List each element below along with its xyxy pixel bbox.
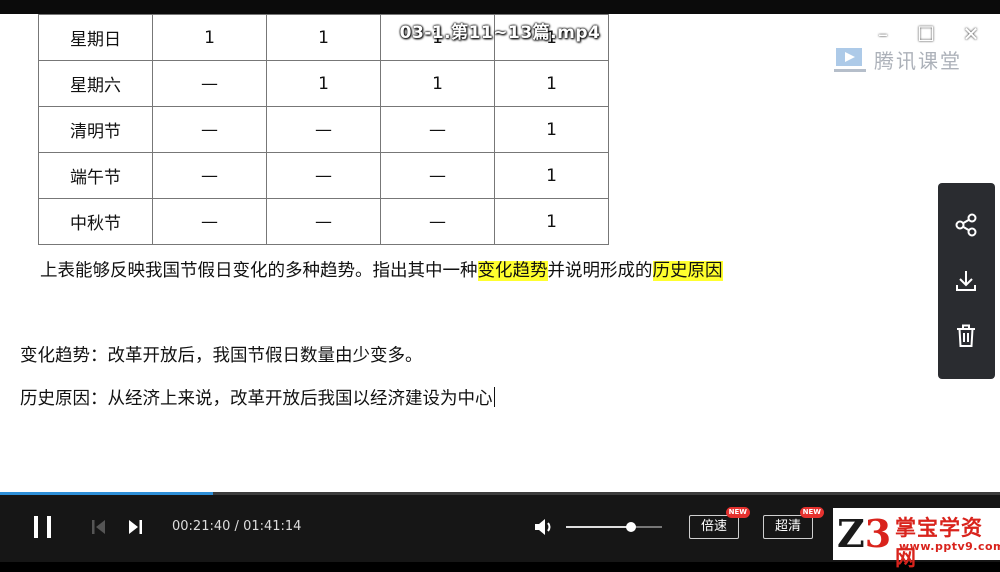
- quality-label: 超清: [774, 519, 801, 534]
- window-title: 03-1.第11~13篇.mp4: [399, 23, 601, 43]
- row-label-cell: 中秋节: [38, 198, 153, 245]
- answer-line-2: 历史原因：从经济上来说，改革开放后我国以经济建设为中心: [20, 387, 495, 409]
- text-cursor: [493, 387, 495, 407]
- next-icon[interactable]: [126, 518, 144, 536]
- highlight-trend: 变化趋势: [477, 261, 548, 281]
- value-cell: 1: [380, 60, 495, 107]
- table-row: 端午节 — — —1: [38, 152, 609, 199]
- highlight-reason: 历史原因: [652, 261, 723, 281]
- volume-fill: [566, 526, 632, 528]
- row-label-cell: 清明节: [38, 106, 153, 153]
- row-label-cell: 端午节: [38, 152, 153, 199]
- value-cell: —: [152, 152, 267, 199]
- watermark-logo: Z3: [837, 511, 892, 556]
- volume-icon[interactable]: [533, 516, 555, 538]
- site-watermark: Z3 掌宝学资网 www.pptv9.com: [833, 508, 1000, 570]
- video-frame[interactable]: 星期日 1 1 1 1 星期六 —1 1 1 清明节 — — —1 端午节 — — —1 中秋节 — — —1 上表能够…: [0, 14, 1000, 492]
- value-cell: —: [152, 198, 267, 245]
- progress-bar[interactable]: [0, 492, 1000, 495]
- question-text: 上表能够反映我国节假日变化的多种趋势。指出其中一种变化趋势并说明形成的历史原因: [40, 257, 723, 282]
- pause-icon[interactable]: [30, 514, 56, 540]
- trash-icon[interactable]: [952, 322, 980, 350]
- question-part1: 上表能够反映我国节假日变化的多种趋势。指出其中一种: [40, 261, 478, 281]
- value-cell: 1: [494, 152, 609, 199]
- minimize-button[interactable]: –: [870, 22, 896, 46]
- speed-label: 倍速: [700, 519, 727, 534]
- time-display: 00:21:40 / 01:41:14: [172, 519, 301, 534]
- new-badge: NEW: [725, 507, 750, 518]
- watermark-url: www.pptv9.com: [899, 540, 1000, 553]
- top-bar: [0, 0, 1000, 14]
- speed-button[interactable]: 倍速 NEW: [689, 507, 750, 539]
- value-cell: 1: [494, 106, 609, 153]
- value-cell: —: [266, 198, 381, 245]
- classroom-logo-icon: [834, 48, 866, 72]
- quality-button[interactable]: 超清 NEW: [763, 507, 824, 539]
- time-current: 00:21:40: [172, 519, 231, 534]
- table-row: 清明节 — — —1: [38, 106, 609, 153]
- maximize-button[interactable]: ☐: [913, 22, 939, 46]
- table-row: 中秋节 — — —1: [38, 198, 609, 245]
- new-badge: NEW: [799, 507, 824, 518]
- value-cell: —: [380, 152, 495, 199]
- share-icon[interactable]: [952, 211, 980, 239]
- answer-line-1: 变化趋势：改革开放后，我国节假日数量由少变多。: [20, 346, 423, 366]
- download-icon[interactable]: [952, 267, 980, 295]
- value-cell: 1: [266, 60, 381, 107]
- progress-fill: [0, 492, 213, 495]
- value-cell: —: [152, 60, 267, 107]
- value-cell: —: [152, 106, 267, 153]
- value-cell: —: [380, 198, 495, 245]
- row-label-cell: 星期六: [38, 60, 153, 107]
- value-cell: —: [266, 106, 381, 153]
- value-cell: —: [380, 106, 495, 153]
- close-button[interactable]: ✕: [958, 22, 984, 46]
- previous-icon[interactable]: [90, 518, 108, 536]
- holiday-table: 星期日 1 1 1 1 星期六 —1 1 1 清明节 — — —1 端午节 — — —1 中秋节 — — —1: [38, 14, 609, 245]
- value-cell: 1: [494, 198, 609, 245]
- value-cell: —: [266, 152, 381, 199]
- time-separator: /: [234, 519, 239, 534]
- table-row: 星期六 —1 1 1: [38, 60, 609, 107]
- volume-knob[interactable]: [626, 522, 637, 532]
- value-cell: 1: [494, 60, 609, 107]
- brand-text: 腾讯课堂: [874, 48, 962, 73]
- side-action-panel: [938, 183, 995, 379]
- question-part2: 并说明形成的: [547, 261, 653, 281]
- volume-slider[interactable]: [566, 522, 662, 532]
- time-total: 01:41:14: [243, 519, 302, 534]
- tencent-classroom-brand: 腾讯课堂: [832, 44, 962, 74]
